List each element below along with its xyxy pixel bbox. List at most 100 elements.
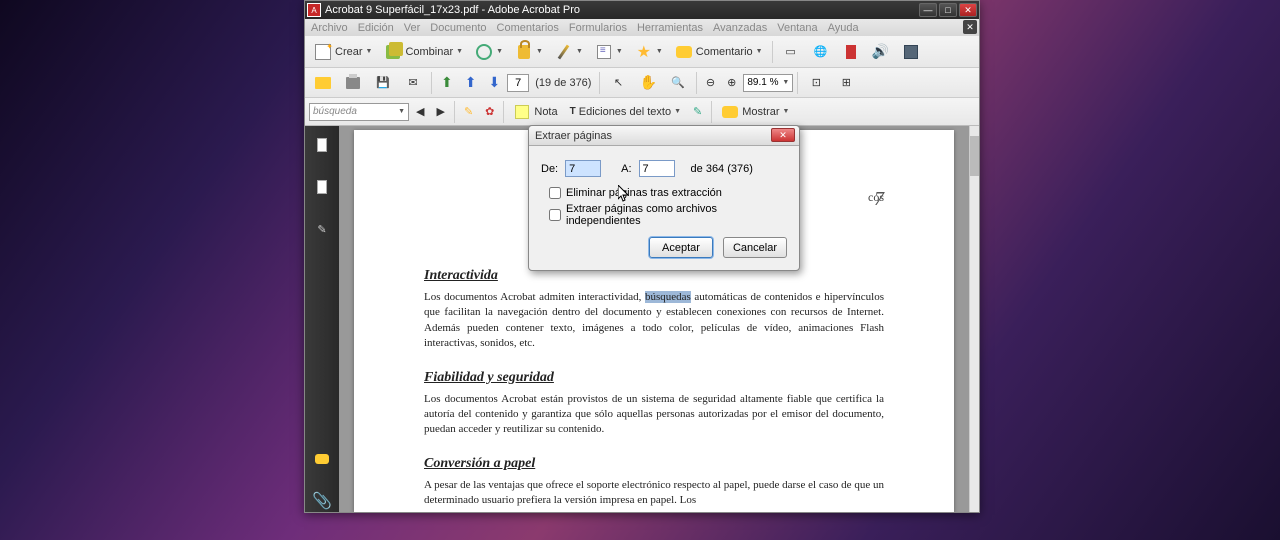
vertical-scrollbar[interactable] — [969, 126, 979, 512]
cursor-icon: ↖ — [609, 74, 627, 92]
menu-herramientas[interactable]: Herramientas — [637, 22, 703, 34]
menu-archivo[interactable]: Archivo — [311, 22, 348, 34]
multimedia-button[interactable]: ★ ▼ — [630, 39, 668, 65]
zoom-out-button[interactable]: ⊖ — [701, 70, 720, 96]
search-prev[interactable]: ◀ — [411, 99, 429, 125]
note-button[interactable]: Nota — [508, 99, 562, 125]
sidebar-signatures[interactable]: ✎ — [311, 218, 333, 240]
delete-after-checkbox[interactable] — [549, 187, 561, 199]
comment-button[interactable]: Comentario ▼ — [670, 39, 768, 65]
cancel-button[interactable]: Cancelar — [723, 237, 787, 258]
to-input[interactable] — [639, 160, 675, 177]
nav-sidebar: ✎ 📎 — [305, 126, 339, 512]
tool-extra2[interactable]: 🌐 — [807, 39, 835, 65]
zoom-level[interactable]: 89.1 % ▼ — [743, 74, 793, 92]
zoom-in-button[interactable]: ⊕ — [722, 70, 741, 96]
combine-button[interactable]: Combinar ▼ — [379, 39, 468, 65]
from-label: De: — [541, 163, 560, 175]
menubar: Archivo Edición Ver Documento Comentario… — [305, 19, 979, 36]
create-button[interactable]: Crear ▼ — [309, 39, 377, 65]
menu-ver[interactable]: Ver — [404, 22, 421, 34]
sidebar-bookmarks[interactable] — [311, 176, 333, 198]
scrollbar-thumb[interactable] — [970, 136, 979, 176]
speaker-icon: 🔊 — [872, 43, 890, 61]
page-range-row: De: A: de 364 (376) — [541, 160, 787, 177]
first-page-button[interactable]: ⬆ — [436, 70, 458, 96]
secure-button[interactable]: ▼ — [510, 39, 548, 65]
search-next[interactable]: ▶ — [431, 99, 449, 125]
sidebar-attachments[interactable]: 📎 — [311, 490, 333, 512]
dialog-titlebar[interactable]: Extraer páginas ✕ — [529, 126, 799, 146]
page-number-input[interactable] — [507, 74, 529, 92]
doc-heading-2: Fiabilidad y seguridad — [424, 370, 884, 386]
save-button[interactable]: 💾 — [369, 70, 397, 96]
sidebar-comments[interactable] — [311, 448, 333, 470]
show-button[interactable]: Mostrar ▼ — [716, 99, 794, 125]
fit-page-button[interactable]: ⊡ — [802, 70, 830, 96]
sidebar-pages[interactable] — [311, 134, 333, 156]
tool-extra3[interactable] — [837, 39, 865, 65]
select-tool[interactable]: ↖ — [604, 70, 632, 96]
highlight-tool[interactable]: ✎ — [459, 99, 478, 125]
highlight-icon: ✎ — [464, 105, 473, 118]
separator — [797, 72, 798, 94]
prev-page-button[interactable]: ⬆ — [460, 70, 482, 96]
print-icon — [344, 74, 362, 92]
separator — [599, 72, 600, 94]
document-close-icon[interactable]: ✕ — [963, 20, 977, 34]
separator — [711, 101, 712, 123]
app-icon: A — [307, 3, 321, 17]
separate-files-label: Extraer páginas como archivos independie… — [566, 203, 787, 227]
note-icon — [513, 103, 531, 121]
separate-files-checkbox[interactable] — [549, 209, 561, 221]
doc-paragraph-3: A pesar de las ventajas que ofrece el so… — [424, 478, 884, 509]
fit-width-icon: ⊞ — [837, 74, 855, 92]
combine-label: Combinar — [405, 46, 453, 58]
doc-heading-3: Conversión a papel — [424, 456, 884, 472]
print-button[interactable] — [339, 70, 367, 96]
ribbon-icon — [842, 43, 860, 61]
minimize-button[interactable]: — — [919, 3, 937, 17]
menu-formularios[interactable]: Formularios — [569, 22, 627, 34]
to-label: A: — [621, 163, 633, 175]
touchup-button[interactable]: ✎ — [688, 99, 707, 125]
forms-button[interactable]: ▼ — [590, 39, 628, 65]
marquee-zoom[interactable]: 🔍 — [664, 70, 692, 96]
from-input[interactable] — [565, 160, 601, 177]
pen-icon: ✎ — [317, 223, 326, 236]
menu-documento[interactable]: Documento — [430, 22, 486, 34]
bubble-icon — [315, 454, 329, 464]
menu-avanzadas[interactable]: Avanzadas — [713, 22, 767, 34]
tool-extra4[interactable]: 🔊 — [867, 39, 895, 65]
sign-button[interactable]: ▼ — [550, 39, 588, 65]
dialog-close-button[interactable]: ✕ — [771, 128, 795, 142]
dialog-buttons: Aceptar Cancelar — [541, 237, 787, 258]
search-input[interactable]: búsqueda ▼ — [309, 103, 409, 121]
clip-icon: 📎 — [312, 491, 332, 511]
lock-icon — [515, 43, 533, 61]
hand-tool[interactable]: ✋ — [634, 70, 661, 96]
separator — [696, 72, 697, 94]
accept-button[interactable]: Aceptar — [649, 237, 713, 258]
chevron-down-icon: ▼ — [456, 48, 463, 55]
menu-ventana[interactable]: Ventana — [777, 22, 817, 34]
world-icon: 🌐 — [812, 43, 830, 61]
text-edits-button[interactable]: T Ediciones del texto ▼ — [565, 99, 686, 125]
menu-ayuda[interactable]: Ayuda — [828, 22, 859, 34]
maximize-button[interactable]: □ — [939, 3, 957, 17]
separate-files-row: Extraer páginas como archivos independie… — [541, 203, 787, 227]
next-page-button[interactable]: ⬇ — [483, 70, 505, 96]
stamp-icon: ✿ — [485, 105, 494, 118]
open-button[interactable] — [309, 70, 337, 96]
fit-width-button[interactable]: ⊞ — [832, 70, 860, 96]
menu-edicion[interactable]: Edición — [358, 22, 394, 34]
tool-extra5[interactable] — [897, 39, 925, 65]
menu-comentarios[interactable]: Comentarios — [497, 22, 559, 34]
tool-extra1[interactable]: ▭ — [777, 39, 805, 65]
chevron-down-icon: ▼ — [366, 48, 373, 55]
close-button[interactable]: ✕ — [959, 3, 977, 17]
collaborate-button[interactable]: ▼ — [470, 39, 508, 65]
stamp-tool[interactable]: ✿ — [480, 99, 499, 125]
email-button[interactable]: ✉ — [399, 70, 427, 96]
doc-paragraph-1: Los documentos Acrobat admiten interacti… — [424, 290, 884, 352]
